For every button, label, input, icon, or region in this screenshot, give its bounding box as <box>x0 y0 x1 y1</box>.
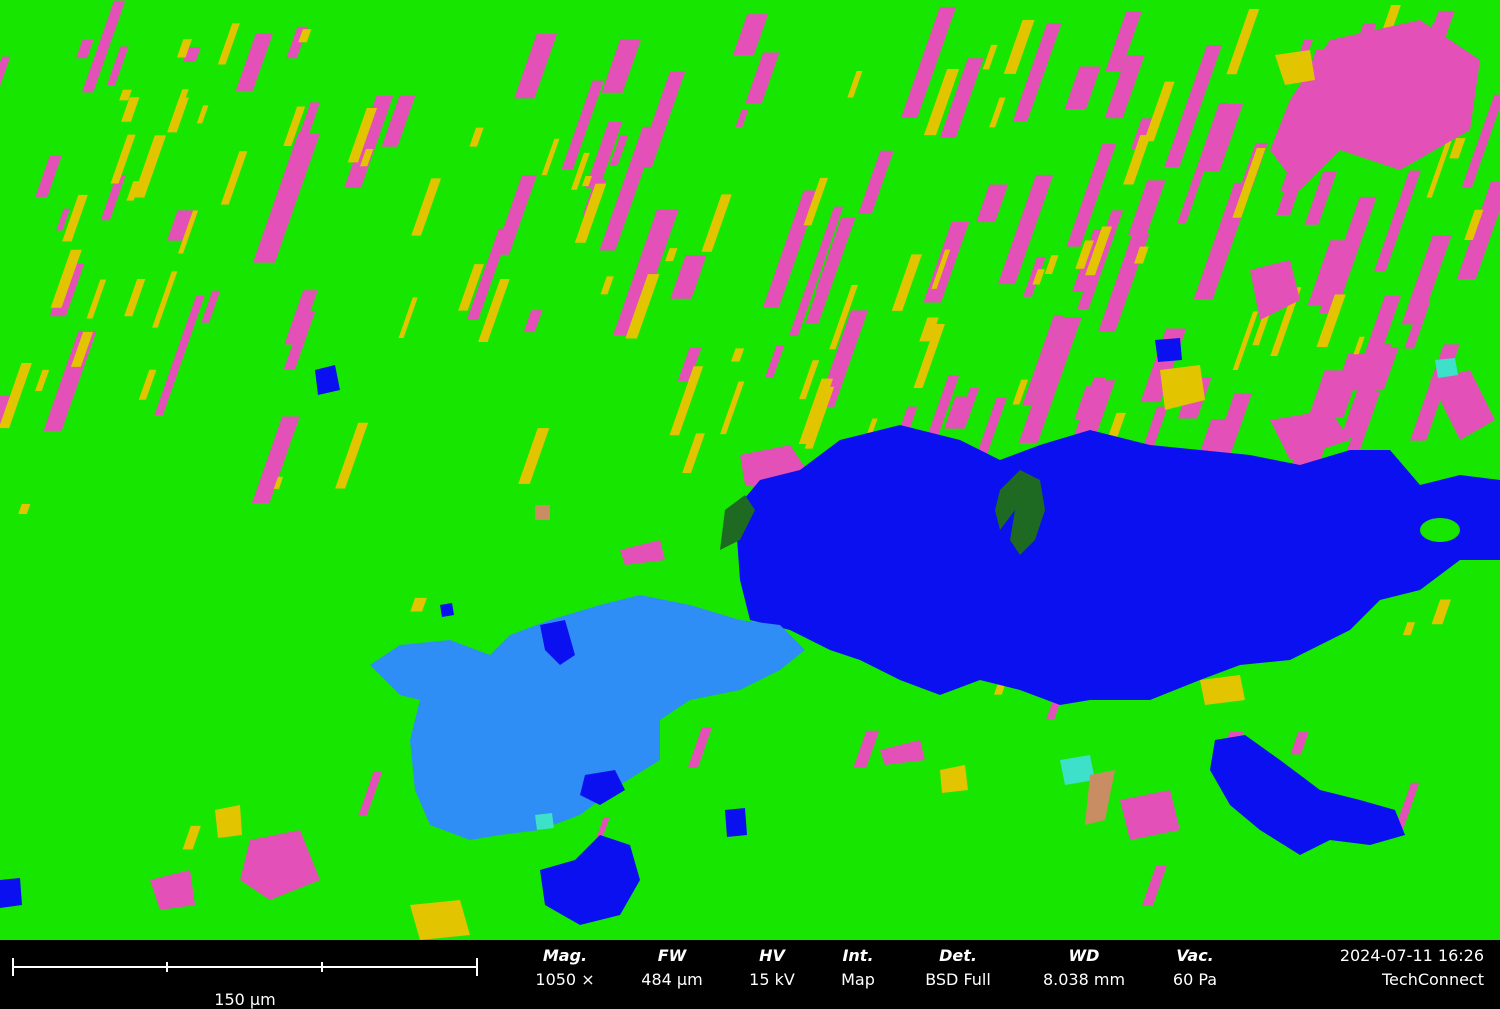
scale-bar-line <box>12 966 478 968</box>
field-value: 1050 × <box>535 970 595 989</box>
scale-bar-tick <box>476 958 478 976</box>
field-label: Det. <box>939 946 977 965</box>
field-mag: Mag. 1050 × <box>532 946 598 989</box>
field-label: WD <box>1068 946 1100 965</box>
field-fw: FW 484 µm <box>632 946 712 989</box>
field-int: Int. Map <box>826 946 890 989</box>
field-label: Mag. <box>542 946 588 965</box>
scale-bar-tick <box>166 962 168 972</box>
field-wd: WD 8.038 mm <box>1034 946 1134 989</box>
field-value: 484 µm <box>641 970 703 989</box>
field-hv: HV 15 kV <box>740 946 804 989</box>
scale-bar-tick <box>321 962 323 972</box>
field-label: Int. <box>842 946 874 965</box>
field-label: Vac. <box>1176 946 1214 965</box>
matrix-inclusion <box>1420 518 1460 542</box>
phase-map-viewport <box>0 0 1500 940</box>
field-value: 15 kV <box>749 970 795 989</box>
field-value: 8.038 mm <box>1042 970 1126 989</box>
field-label: HV <box>759 946 785 965</box>
phase-map-image <box>0 0 1500 940</box>
sem-data-bar: 150 µm Mag. 1050 × FW 484 µm HV 15 kV In… <box>0 940 1500 1009</box>
field-value: BSD Full <box>925 970 991 989</box>
field-vac: Vac. 60 Pa <box>1160 946 1230 989</box>
field-det: Det. BSD Full <box>910 946 1006 989</box>
field-value: Map <box>841 970 875 989</box>
field-value: 60 Pa <box>1172 970 1218 989</box>
scale-bar: 150 µm <box>12 954 478 1009</box>
acquisition-datetime: 2024-07-11 16:26 <box>1339 946 1484 965</box>
field-label: FW <box>657 946 687 965</box>
instrument-brand: TechConnect <box>1382 970 1484 989</box>
acquisition-stamp: 2024-07-11 16:26 TechConnect <box>1340 946 1484 989</box>
scale-bar-tick <box>12 958 14 976</box>
